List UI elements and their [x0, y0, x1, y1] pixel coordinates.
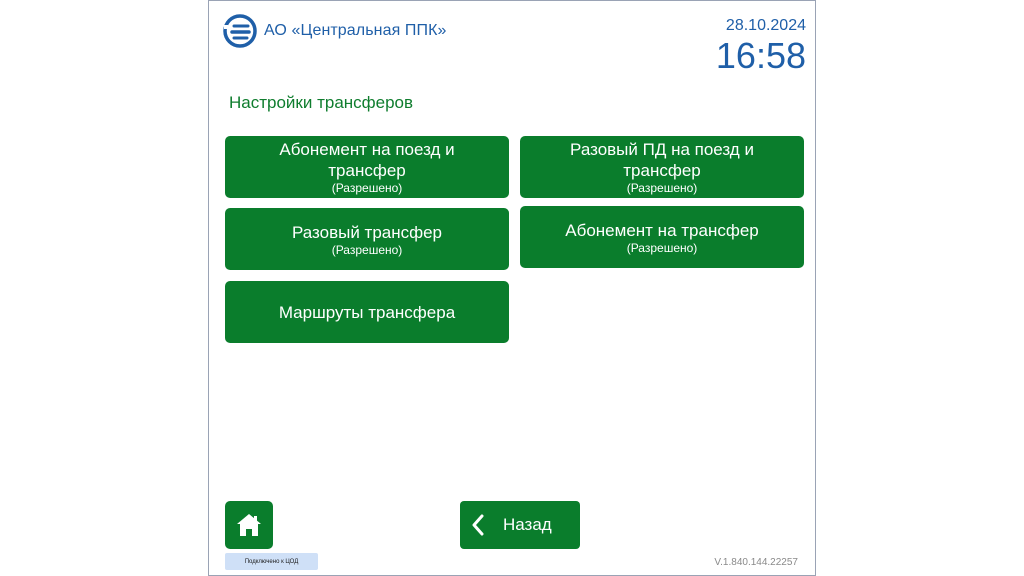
version-label: V.1.840.144.22257: [714, 557, 798, 568]
connection-status-badge: Подключено к ЦОД: [225, 553, 318, 570]
home-icon: [237, 514, 261, 536]
back-button[interactable]: Назад: [460, 501, 580, 549]
company-name: АО «Центральная ППК»: [264, 22, 447, 39]
tile-title: Абонемент на поезд и трансфер: [279, 140, 455, 180]
home-button[interactable]: [225, 501, 273, 549]
current-time: 16:58: [715, 35, 806, 76]
ppk-logo-icon: [223, 14, 257, 48]
tile-title: Абонемент на трансфер: [565, 220, 759, 240]
current-date: 28.10.2024: [725, 17, 806, 34]
tile-status: (Разрешено): [331, 181, 403, 195]
tile-title: Разовый трансфер: [291, 222, 443, 242]
back-button-label: Назад: [503, 515, 552, 534]
tile-title: Маршруты трансфера: [278, 302, 456, 322]
tile-subscription-train-transfer[interactable]: Абонемент на поезд и трансфер (Разрешено…: [225, 136, 509, 198]
tile-status: (Разрешено): [331, 242, 403, 257]
tile-single-ticket-train-transfer[interactable]: Разовый ПД на поезд и трансфер (Разрешен…: [520, 136, 804, 198]
chevron-left-icon: [472, 514, 484, 536]
tile-status: (Разрешено): [626, 240, 698, 255]
tile-single-transfer[interactable]: Разовый трансфер (Разрешено): [225, 208, 509, 270]
kiosk-screen: АО «Центральная ППК» 28.10.2024 16:58 На…: [208, 0, 816, 576]
tile-title: Разовый ПД на поезд и трансфер: [570, 140, 754, 180]
tile-transfer-routes[interactable]: Маршруты трансфера: [225, 281, 509, 343]
company-logo: АО «Центральная ППК»: [222, 13, 447, 49]
page-title: Настройки трансферов: [229, 93, 414, 112]
tile-status: (Разрешено): [626, 181, 698, 195]
tile-subscription-transfer[interactable]: Абонемент на трансфер (Разрешено): [520, 206, 804, 268]
